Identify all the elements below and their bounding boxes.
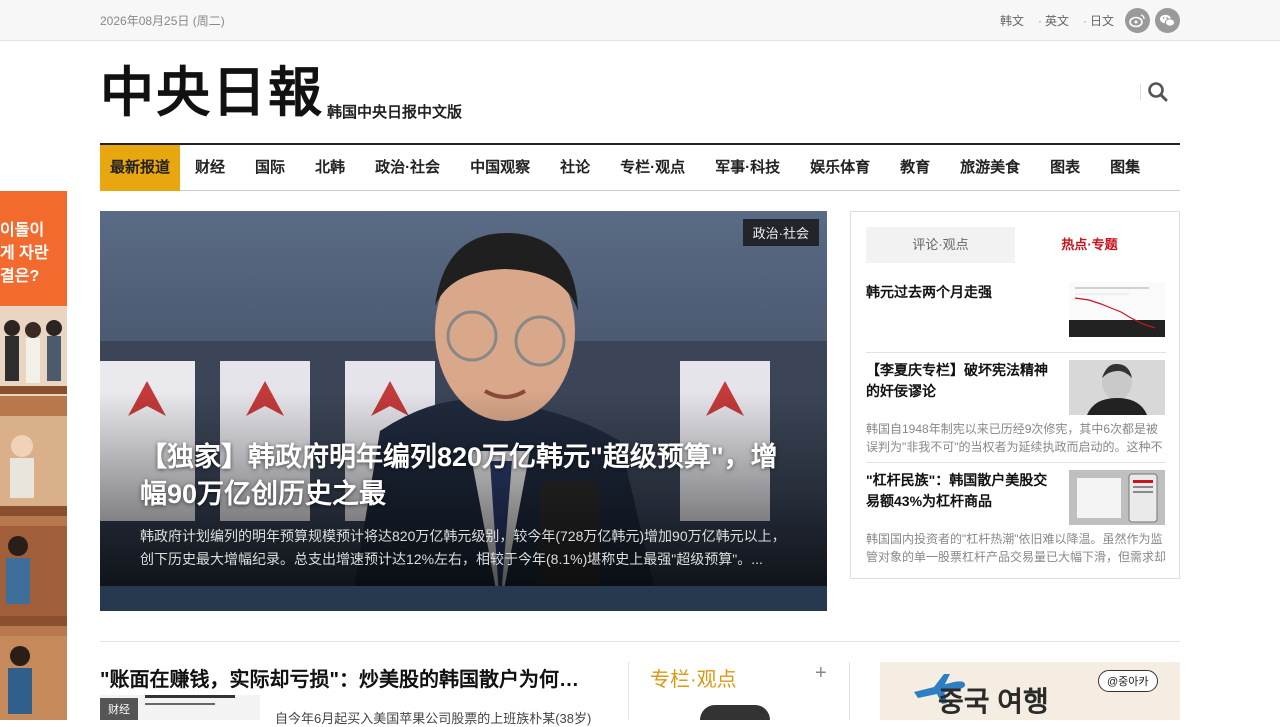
nav-item-latest[interactable]: 最新报道 (100, 145, 181, 191)
search-divider (1140, 84, 1141, 100)
list-item-description: 韩国国内投资者的"杠杆热潮"依旧难以降温。虽然作为监管对象的单一股票杠杆产品交易… (866, 532, 1166, 564)
nav-item-charts[interactable]: 图表 (1035, 145, 1095, 191)
section-divider (100, 641, 1180, 642)
left-ad-text: 이돌이 게 자란 결은? (0, 191, 67, 306)
nav-item-education[interactable]: 教育 (885, 145, 945, 191)
hero-summary: 韩政府计划编列的明年预算规模预计将达820万亿韩元级别，较今年(728万亿韩元)… (140, 528, 786, 567)
travel-ad-title: 중국 여행 (938, 686, 1049, 717)
search-icon[interactable] (1146, 80, 1170, 104)
lang-link-english[interactable]: 英文 (1038, 12, 1069, 29)
bottom-headline[interactable]: "账面在赚钱，实际却亏损"：炒美股的韩国散户为何… (100, 663, 600, 692)
nav-item-finance[interactable]: 财经 (180, 145, 240, 191)
left-side-ad[interactable]: 이돌이 게 자란 결은? (0, 191, 67, 720)
travel-ad-handle: @중아카 (1098, 670, 1158, 692)
hero-title[interactable]: 【独家】韩政府明年编列820万亿韩元"超级预算"，增幅90万亿创历史之最 (140, 439, 790, 513)
list-item-thumbnail[interactable] (1069, 282, 1165, 337)
list-item-title[interactable]: 韩元过去两个月走强 (866, 282, 1056, 303)
list-item-thumbnail[interactable] (1069, 470, 1165, 525)
columnist-photo[interactable] (700, 705, 770, 720)
list-item-title[interactable]: 【李夏庆专栏】破坏宪法精神的奸佞谬论 (866, 360, 1056, 402)
nav-item-gallery[interactable]: 图集 (1095, 145, 1155, 191)
list-item[interactable]: "杠杆民族"：韩国散户美股交易额43%为杠杆商品 韩国国内投资者的"杠杆热潮"依… (866, 470, 1166, 564)
main-nav: 最新报道 财经 国际 北韩 政治·社会 中国观察 社论 专栏·观点 军事·科技 … (100, 143, 1180, 191)
lang-link-korean[interactable]: 韩文 (1000, 12, 1024, 29)
list-divider (866, 352, 1166, 353)
tab-hot-topics[interactable]: 热点·专题 (1015, 227, 1164, 263)
nav-item-entertainment-sports[interactable]: 娱乐体育 (795, 145, 885, 191)
hot-topics-box: 评论·观点 热点·专题 韩元过去两个月走强 【李夏庆专栏】破坏宪法精神的奸佞谬论… (850, 211, 1180, 579)
column-section-title[interactable]: 专栏·观点 (650, 663, 737, 692)
hero-article[interactable]: 政治·社会 【独家】韩政府明年编列820万亿韩元"超级预算"，增幅90万亿创历史… (100, 211, 827, 611)
list-item-title[interactable]: "杠杆民族"：韩国散户美股交易额43%为杠杆商品 (866, 470, 1056, 512)
nav-item-travel-food[interactable]: 旅游美食 (945, 145, 1035, 191)
hero-category-tag[interactable]: 政治·社会 (742, 219, 819, 246)
column-divider-right (849, 662, 850, 720)
current-date: 2026年08月25日 (周二) (100, 14, 225, 28)
tab-comment-opinion[interactable]: 评论·观点 (866, 227, 1015, 263)
column-divider (628, 662, 629, 720)
left-ad-image (0, 306, 67, 720)
list-divider (866, 462, 1166, 463)
nav-item-china-watch[interactable]: 中国观察 (455, 145, 545, 191)
nav-item-military-tech[interactable]: 军事·科技 (700, 145, 795, 191)
list-item[interactable]: 【李夏庆专栏】破坏宪法精神的奸佞谬论 韩国自1948年制宪以来已历经9次修宪，其… (866, 360, 1166, 454)
travel-ad-banner[interactable]: 중국 여행 @중아카 (880, 662, 1180, 720)
column-more-button[interactable]: + (815, 662, 827, 685)
bottom-summary: 自今年6月起买入美国苹果公司股票的上班族朴某(38岁) (275, 711, 592, 726)
nav-item-north-korea[interactable]: 北韩 (300, 145, 360, 191)
nav-item-column-opinion[interactable]: 专栏·观点 (605, 145, 700, 191)
weibo-icon[interactable] (1125, 8, 1150, 33)
lang-link-japanese[interactable]: 日文 (1083, 12, 1114, 29)
sidebar-tabs: 评论·观点 热点·专题 (866, 227, 1166, 263)
list-item-description: 韩国自1948年制宪以来已历经9次修宪，其中6次都是被误判为"非我不可"的当权者… (866, 422, 1163, 454)
site-subtitle: 韩国中央日报中文版 (327, 104, 463, 121)
nav-item-politics-society[interactable]: 政治·社会 (360, 145, 455, 191)
wechat-icon[interactable] (1155, 8, 1180, 33)
bottom-category-tag[interactable]: 财经 (100, 698, 138, 720)
language-links: 韩文 英文 日文 (1000, 12, 1114, 29)
list-item-thumbnail[interactable] (1069, 360, 1165, 415)
nav-item-international[interactable]: 国际 (240, 145, 300, 191)
top-bar: 2026年08月25日 (周二) 韩文 英文 日文 (0, 0, 1280, 41)
site-logo[interactable]: 中央日報 (100, 62, 324, 122)
nav-item-editorial[interactable]: 社论 (545, 145, 605, 191)
list-item[interactable]: 韩元过去两个月走强 (866, 282, 1166, 342)
